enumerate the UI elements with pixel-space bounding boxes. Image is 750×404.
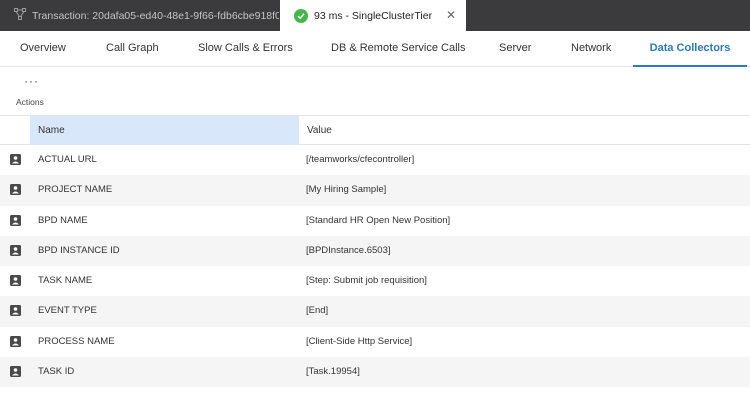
row-name: BPD NAME [38, 214, 88, 226]
table-row[interactable]: ACTUAL URL [/teamworks/cfecontroller] [0, 145, 750, 175]
row-name: BPD INSTANCE ID [38, 244, 120, 256]
row-value: [/teamworks/cfecontroller] [306, 154, 415, 165]
row-name: TASK NAME [38, 275, 93, 287]
tab-overview[interactable]: Overview [20, 31, 66, 67]
tab-server[interactable]: Server [499, 31, 531, 67]
collector-icon [10, 366, 21, 378]
transaction-tab-bar: Transaction: 20dafa05-ed40-48e1-9f66-fdb… [0, 0, 750, 31]
transaction-tab-label: Transaction: 20dafa05-ed40-48e1-9f66-fdb… [32, 9, 279, 22]
graph-nodes-icon [14, 8, 26, 23]
row-name: PROCESS NAME [38, 335, 115, 347]
row-value: [End] [306, 305, 329, 317]
table-row[interactable]: TASK NAME [Step: Submit job requisition] [0, 266, 750, 296]
tab-data-collectors[interactable]: Data Collectors [633, 31, 747, 67]
actions-menu-icon[interactable]: ··· [24, 75, 39, 87]
collector-icon [10, 335, 21, 347]
snapshot-tab[interactable]: 93 ms - SingleClusterTier ✕ [280, 0, 466, 31]
table-row[interactable]: TASK ID [Task.19954] [0, 357, 750, 388]
tab-call-graph[interactable]: Call Graph [106, 31, 159, 67]
collector-icon [10, 214, 21, 226]
collector-icon [10, 244, 21, 256]
tab-db-remote-service-calls[interactable]: DB & Remote Service Calls [331, 31, 466, 67]
column-header-value[interactable]: Value [298, 116, 332, 145]
transaction-tab[interactable]: Transaction: 20dafa05-ed40-48e1-9f66-fdb… [0, 0, 279, 31]
row-value: [Task.19954] [306, 366, 360, 378]
row-name: TASK ID [38, 366, 75, 378]
table-row[interactable]: PROJECT NAME [My Hiring Sample] [0, 175, 750, 206]
tab-slow-calls-errors[interactable]: Slow Calls & Errors [198, 31, 293, 67]
row-name: ACTUAL URL [38, 154, 97, 165]
collector-icon [10, 275, 21, 287]
row-value: [Client-Side Http Service] [306, 335, 413, 347]
table-row[interactable]: EVENT TYPE [End] [0, 296, 750, 327]
collector-icon [10, 154, 21, 165]
row-name: PROJECT NAME [38, 184, 113, 196]
snapshot-tab-label: 93 ms - SingleClusterTier [314, 9, 433, 22]
tab-network[interactable]: Network [571, 31, 611, 67]
row-name: EVENT TYPE [38, 305, 97, 317]
row-value: [Standard HR Open New Position] [306, 214, 451, 226]
close-icon[interactable]: ✕ [446, 8, 456, 22]
actions-label: Actions [16, 97, 44, 107]
column-header-name[interactable]: Name [30, 116, 298, 145]
table-row[interactable]: PROCESS NAME [Client-Side Http Service] [0, 327, 750, 357]
table-header: Name Value [0, 115, 750, 145]
table-row[interactable]: BPD INSTANCE ID [BPDInstance.6503] [0, 235, 750, 267]
row-value: [Step: Submit job requisition] [306, 275, 427, 287]
collector-icon [10, 305, 21, 317]
row-value: [My Hiring Sample] [306, 184, 387, 196]
snapshot-nav: Overview Call Graph Slow Calls & Errors … [0, 31, 750, 67]
row-value: [BPDInstance.6503] [306, 244, 391, 256]
collector-icon [10, 184, 21, 196]
data-collectors-table: Name Value ACTUAL URL [/teamworks/cfecon… [0, 115, 750, 388]
table-row[interactable]: BPD NAME [Standard HR Open New Position] [0, 206, 750, 236]
check-circle-icon [294, 8, 308, 23]
